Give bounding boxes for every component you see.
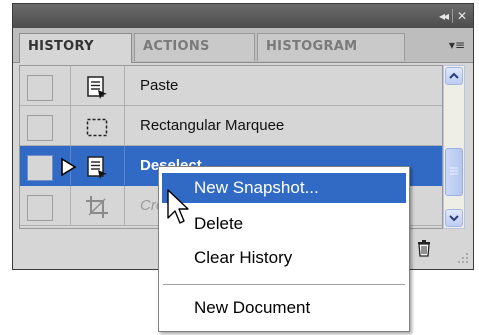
history-state-icon: [87, 76, 107, 99]
history-state-pointer-icon[interactable]: [60, 157, 78, 177]
history-scrollbar[interactable]: [443, 65, 465, 229]
trash-icon[interactable]: [415, 238, 433, 258]
row-divider: [70, 106, 71, 145]
tab-history[interactable]: HISTORY: [19, 33, 132, 63]
history-item-label: Rectangular Marquee: [140, 117, 285, 134]
grip-lines-icon: [450, 167, 458, 175]
menu-item-delete[interactable]: Delete: [162, 209, 406, 239]
menu-item-new-snapshot[interactable]: New Snapshot...: [162, 173, 406, 203]
history-state-icon: [87, 156, 107, 179]
snapshot-source-checkbox[interactable]: [27, 155, 53, 181]
scroll-down-button[interactable]: [445, 209, 463, 227]
row-divider: [124, 146, 125, 185]
scroll-thumb[interactable]: [445, 148, 463, 196]
chevron-up-icon: [449, 72, 459, 79]
row-divider: [124, 186, 125, 225]
snapshot-source-checkbox[interactable]: [27, 75, 53, 101]
history-item-rectangular-marquee[interactable]: Rectangular Marquee: [20, 106, 442, 146]
crop-icon: [86, 196, 108, 218]
chevron-down-icon: [449, 215, 459, 222]
screen: ◂◂ ✕ HISTORY ACTIONS HISTOGRAM ▾≡ Paste …: [0, 0, 479, 335]
panel-menu-button[interactable]: ▾≡: [449, 39, 465, 51]
resize-grip-icon[interactable]: [457, 252, 469, 264]
menu-item-clear-history[interactable]: Clear History: [162, 243, 406, 273]
history-context-menu: New Snapshot... Delete Clear History New…: [158, 166, 410, 332]
rectangular-marquee-icon: [86, 118, 108, 137]
mouse-cursor-icon: [167, 189, 189, 224]
row-divider: [70, 66, 71, 105]
menu-item-new-document[interactable]: New Document: [162, 293, 406, 323]
menu-separator: [163, 284, 405, 285]
close-panel-button[interactable]: ✕: [457, 8, 467, 24]
snapshot-source-checkbox[interactable]: [27, 115, 53, 141]
row-divider: [124, 66, 125, 105]
history-item-paste[interactable]: Paste: [20, 66, 442, 106]
tab-histogram[interactable]: HISTOGRAM: [257, 33, 405, 61]
row-divider: [70, 186, 71, 225]
panel-tab-bar: HISTORY ACTIONS HISTOGRAM ▾≡: [13, 28, 473, 63]
panel-titlebar[interactable]: ◂◂ ✕: [13, 4, 473, 28]
history-item-label: Paste: [140, 77, 179, 94]
tab-actions[interactable]: ACTIONS: [134, 33, 255, 61]
scroll-up-button[interactable]: [445, 67, 463, 85]
collapse-panel-button[interactable]: ◂◂: [439, 8, 449, 24]
snapshot-source-checkbox[interactable]: [27, 195, 53, 221]
titlebar-separator: [452, 9, 453, 23]
row-divider: [124, 106, 125, 145]
